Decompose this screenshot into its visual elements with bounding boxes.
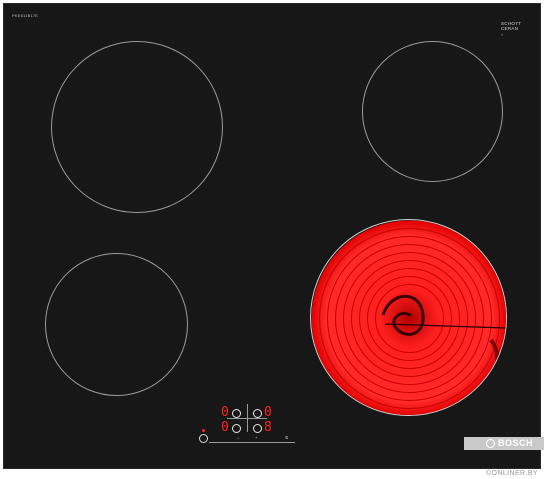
heating-coil-glow [311, 220, 506, 415]
bosch-logo-icon [486, 439, 495, 448]
cooking-zone-rear-left [51, 41, 223, 213]
cooking-zone-front-left [45, 253, 188, 396]
cooking-zone-front-right-hot [310, 219, 507, 416]
left-front-zone-select-button[interactable] [232, 424, 241, 433]
plus-button[interactable]: + [255, 435, 257, 440]
left-zone-display-front: 0 [221, 420, 229, 435]
timer-button[interactable]: ⏲ [285, 435, 288, 440]
model-label: PKE611B17E [12, 13, 39, 18]
power-indicator-light [202, 429, 205, 432]
watermark: ©ONLINER.BY [486, 470, 538, 477]
glass-brand-sub: ® [501, 33, 504, 37]
right-zone-display-front: 8 [264, 420, 272, 435]
power-icon[interactable] [199, 434, 208, 443]
cooking-zone-rear-right [362, 41, 503, 182]
right-zone-display: 0 [264, 405, 272, 420]
left-zone-select-button[interactable] [232, 409, 241, 418]
brand-name: BOSCH [498, 438, 534, 448]
minus-button[interactable]: – [237, 435, 239, 440]
glass-brand-mark: SCHOTT CERAN ® [501, 21, 521, 38]
right-zone-select-button[interactable] [253, 409, 262, 418]
right-front-zone-select-button[interactable] [253, 424, 262, 433]
touch-control-panel: 0 0 0 8 – + ⏲ [197, 404, 307, 454]
ceramic-cooktop: PKE611B17E SCHOTT CERAN ® 0 0 0 8 – + ⏲ … [3, 3, 544, 469]
panel-baseline [209, 442, 295, 443]
panel-divider-horizontal [227, 418, 267, 419]
glass-brand-line2: CERAN [501, 26, 519, 31]
